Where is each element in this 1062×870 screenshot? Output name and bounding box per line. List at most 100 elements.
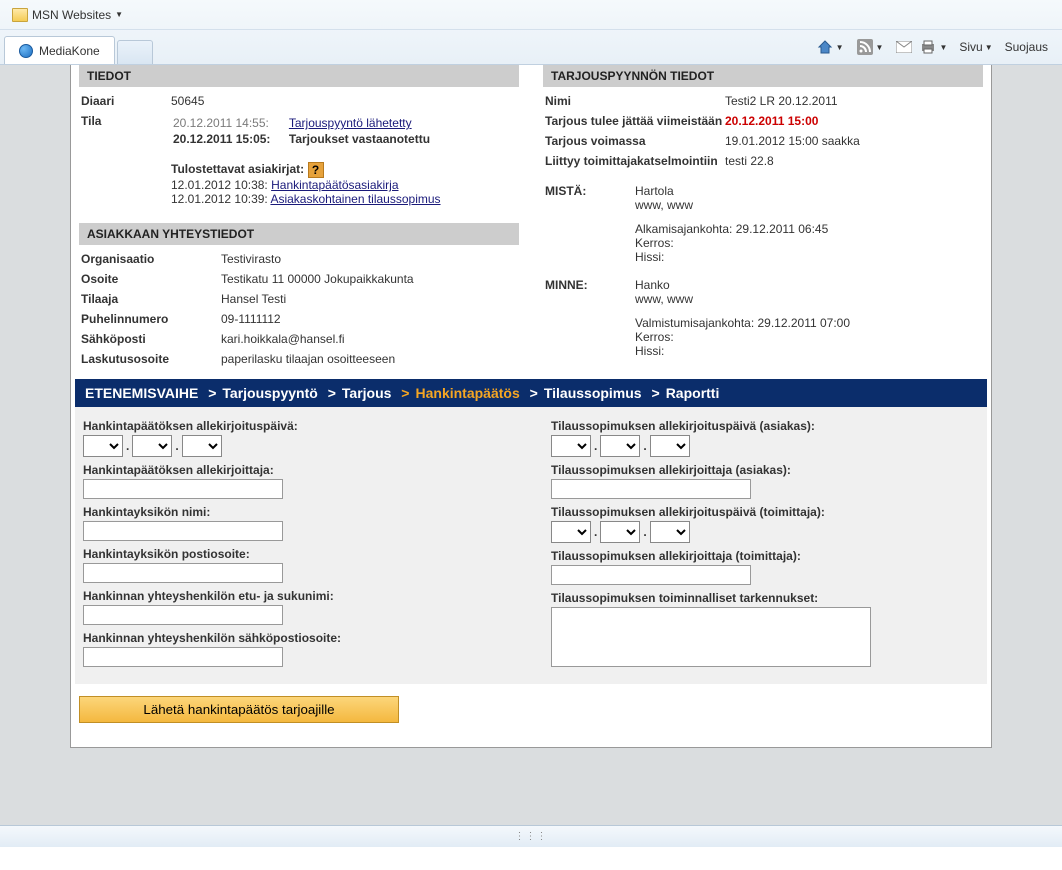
browser-tab-active[interactable]: MediaKone (4, 36, 115, 64)
tab-title: MediaKone (39, 44, 100, 58)
chevron-down-icon[interactable]: ▼ (985, 43, 993, 52)
resize-grip-icon: ⋮⋮⋮ (515, 831, 548, 842)
progress-nav: ETENEMISVAIHE > Tarjouspyyntö > Tarjous … (75, 379, 987, 407)
r-cust-month[interactable] (600, 435, 640, 457)
to-floor: Kerros: (635, 330, 981, 344)
tila-ts2: 20.12.2011 15:05: (173, 132, 270, 146)
r-notes-textarea[interactable] (551, 607, 871, 667)
l-contact-name-label: Hankinnan yhteyshenkilön etu- ja sukunim… (83, 589, 511, 603)
new-tab-button[interactable] (117, 40, 153, 64)
r-sign-date-cust-label: Tilaussopimuksen allekirjoituspäivä (asi… (551, 419, 979, 433)
tila-link1[interactable]: Tarjouspyyntö lähetetty (289, 116, 412, 130)
home-icon[interactable] (816, 38, 834, 56)
nimi-value: Testi2 LR 20.12.2011 (725, 94, 981, 108)
l-contact-email-label: Hankinnan yhteyshenkilön sähköpostiosoit… (83, 631, 511, 645)
from-www: www, www (635, 198, 981, 212)
tilaaja-label: Tilaaja (81, 292, 221, 306)
tila-label: Tila (81, 114, 171, 206)
form-area: Hankintapäätöksen allekirjoituspäivä: . … (75, 407, 987, 684)
billaddr-value: paperilasku tilaajan osoitteeseen (221, 352, 517, 366)
fav-label: MSN Websites (32, 8, 111, 22)
tila-block: 20.12.2011 14:55: Tarjouspyyntö lähetett… (171, 114, 517, 206)
chevron-down-icon[interactable]: ▼ (836, 43, 844, 52)
step-hankintapaatos[interactable]: Hankintapäätös (416, 385, 520, 401)
chevron-down-icon: ▼ (115, 10, 123, 19)
browser-toolbar: ▼ ▼ ▼ Sivu ▼ Suojaus (816, 30, 1058, 64)
form-left: Hankintapäätöksen allekirjoituspäivä: . … (83, 419, 511, 676)
step-tilaussopimus[interactable]: Tilaussopimus (544, 385, 642, 401)
r-signer-cust-input[interactable] (551, 479, 751, 499)
org-label: Organisaatio (81, 252, 221, 266)
rss-icon[interactable] (856, 38, 874, 56)
step-raportti[interactable]: Raportti (666, 385, 720, 401)
r-signer-supp-label: Tilaussopimuksen allekirjoittaja (toimit… (551, 549, 979, 563)
from-elev: Hissi: (635, 250, 981, 264)
favorites-folder-msn[interactable]: MSN Websites ▼ (4, 6, 131, 24)
doc2-ts: 12.01.2012 10:39: (171, 192, 268, 206)
left-column: TIEDOT Diaari 50645 Tila 20.12.2011 14:5… (79, 65, 519, 369)
chevron-down-icon[interactable]: ▼ (939, 43, 947, 52)
doc1-link[interactable]: Hankintapäätösasiakirja (271, 178, 398, 192)
l-unit-addr-input[interactable] (83, 563, 283, 583)
l-month-select[interactable] (132, 435, 172, 457)
l-sign-date: . . (83, 435, 511, 457)
r-cust-year[interactable] (650, 435, 690, 457)
to-city: Hanko (635, 278, 981, 292)
status-bar: ⋮⋮⋮ (0, 825, 1062, 847)
addr-label: Osoite (81, 272, 221, 286)
content-area: TIEDOT Diaari 50645 Tila 20.12.2011 14:5… (0, 65, 1062, 825)
r-cust-day[interactable] (551, 435, 591, 457)
tila-text2: Tarjoukset vastaanotettu (289, 132, 430, 146)
right-column: TARJOUSPYYNNÖN TIEDOT NimiTesti2 LR 20.1… (543, 65, 983, 369)
help-icon[interactable]: ? (308, 162, 324, 178)
page-menu[interactable]: Sivu (959, 40, 982, 54)
r-sign-date-supp-label: Tilaussopimuksen allekirjoituspäivä (toi… (551, 505, 979, 519)
ie-icon (19, 44, 33, 58)
to-done: Valmistumisajankohta: 29.12.2011 07:00 (635, 316, 981, 330)
org-value: Testivirasto (221, 252, 517, 266)
r-supp-year[interactable] (650, 521, 690, 543)
folder-icon (12, 8, 28, 22)
safety-menu[interactable]: Suojaus (1005, 40, 1048, 54)
r-signer-cust-label: Tilaussopimuksen allekirjoittaja (asiaka… (551, 463, 979, 477)
to-elev: Hissi: (635, 344, 981, 358)
r-notes-label: Tilaussopimuksen toiminnalliset tarkennu… (551, 591, 979, 605)
deadline-value: 20.12.2011 15:00 (725, 114, 981, 128)
l-sign-date-label: Hankintapäätöksen allekirjoituspäivä: (83, 419, 511, 433)
email-label: Sähköposti (81, 332, 221, 346)
r-signer-supp-input[interactable] (551, 565, 751, 585)
to-label: MINNE: (545, 278, 635, 358)
chevron-down-icon[interactable]: ▼ (876, 43, 884, 52)
from-start: Alkamisajankohta: 29.12.2011 06:45 (635, 222, 981, 236)
print-icon[interactable] (919, 38, 937, 56)
liittyy-value: testi 22.8 (725, 154, 981, 168)
step-tarjous[interactable]: Tarjous (342, 385, 392, 401)
from-label: MISTÄ: (545, 184, 635, 264)
mail-icon[interactable] (895, 38, 913, 56)
tab-bar: MediaKone ▼ ▼ ▼ Sivu (0, 30, 1062, 64)
to-www: www, www (635, 292, 981, 306)
submit-button[interactable]: Lähetä hankintapäätös tarjoajille (79, 696, 399, 723)
step-tarjouspyynto[interactable]: Tarjouspyyntö (222, 385, 317, 401)
l-signer-input[interactable] (83, 479, 283, 499)
email-value: kari.hoikkala@hansel.fi (221, 332, 517, 346)
billaddr-label: Laskutusosoite (81, 352, 221, 366)
addr-value: Testikatu 11 00000 Jokupaikkakunta (221, 272, 517, 286)
browser-chrome: MSN Websites ▼ MediaKone ▼ ▼ (0, 0, 1062, 65)
l-contact-email-input[interactable] (83, 647, 283, 667)
l-year-select[interactable] (182, 435, 222, 457)
from-floor: Kerros: (635, 236, 981, 250)
section-tiedot: TIEDOT (79, 65, 519, 87)
r-supp-day[interactable] (551, 521, 591, 543)
section-contact: ASIAKKAAN YHTEYSTIEDOT (79, 223, 519, 245)
r-supp-month[interactable] (600, 521, 640, 543)
valid-label: Tarjous voimassa (545, 134, 725, 148)
favorites-bar: MSN Websites ▼ (0, 0, 1062, 30)
l-contact-name-input[interactable] (83, 605, 283, 625)
diaari-value: 50645 (171, 94, 517, 108)
doc2-link[interactable]: Asiakaskohtainen tilaussopimus (270, 192, 440, 206)
l-unit-name-input[interactable] (83, 521, 283, 541)
l-day-select[interactable] (83, 435, 123, 457)
progress-title: ETENEMISVAIHE (85, 385, 198, 401)
tilaaja-value: Hansel Testi (221, 292, 517, 306)
